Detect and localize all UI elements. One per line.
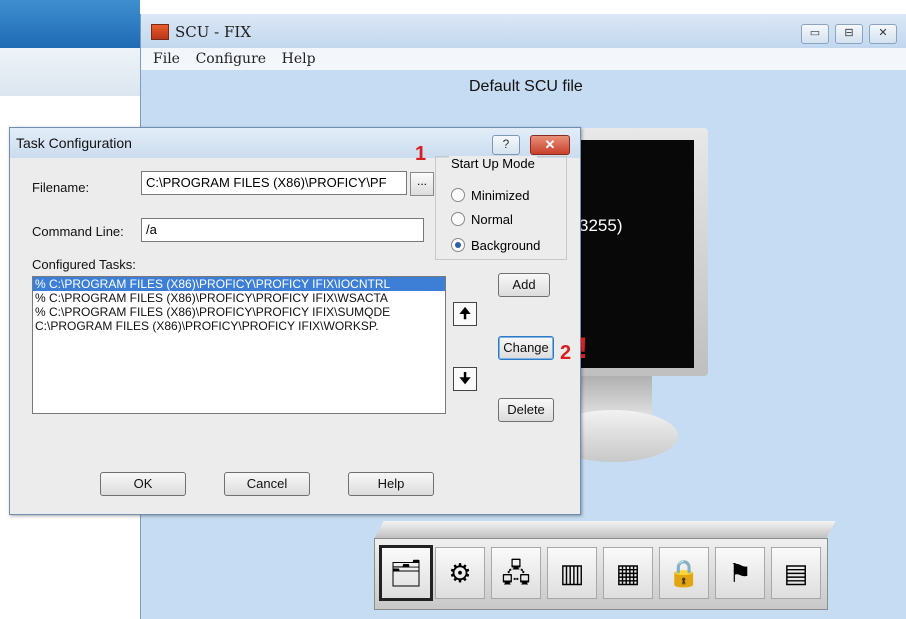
minimize-button[interactable]: ▭ xyxy=(801,24,829,44)
configured-tasks-list[interactable]: % C:\PROGRAM FILES (X86)\PROFICY\PROFICY… xyxy=(32,276,446,414)
scu-window-title: SCU - FIX xyxy=(175,23,252,41)
dialog-titlebar: Task Configuration ? ✕ xyxy=(10,128,580,158)
move-down-button[interactable]: 🠋 xyxy=(453,367,477,391)
maximize-button[interactable]: ⊟ xyxy=(835,24,863,44)
auto-startup-icon[interactable]: ⚑ xyxy=(715,547,765,599)
startup-mode-title: Start Up Mode xyxy=(449,156,537,171)
filename-field[interactable]: C:\PROGRAM FILES (X86)\PROFICY\PF xyxy=(141,171,407,195)
dialog-help-button[interactable]: ? xyxy=(492,135,520,155)
scu-file-label: Default SCU file xyxy=(469,78,583,95)
close-button[interactable]: ✕ xyxy=(869,24,897,44)
scu-app-icon xyxy=(151,24,169,40)
host-window-titlebar xyxy=(0,0,140,48)
ok-button[interactable]: OK xyxy=(100,472,186,496)
tasks-icon[interactable]: 🗂 xyxy=(379,545,433,601)
dialog-title: Task Configuration xyxy=(16,135,132,151)
network-icon[interactable]: 🖧 xyxy=(491,547,541,599)
annotation-step-1: 1 xyxy=(415,143,427,165)
annotation-step-2: 2 xyxy=(560,342,572,364)
host-window-band xyxy=(0,48,140,97)
task-configuration-dialog: Task Configuration ? ✕ Filename: C:\PROG… xyxy=(9,127,581,515)
radio-minimized-label: Minimized xyxy=(471,188,530,203)
list-item[interactable]: % C:\PROGRAM FILES (X86)\PROFICY\PROFICY… xyxy=(33,305,445,319)
menu-configure[interactable]: Configure xyxy=(196,51,266,67)
move-up-button[interactable]: 🠉 xyxy=(453,302,477,326)
add-button[interactable]: Add xyxy=(498,273,550,297)
browse-button[interactable]: ... xyxy=(410,172,434,196)
sql-icon[interactable]: ▥ xyxy=(547,547,597,599)
filename-label: Filename: xyxy=(32,180,90,195)
menu-file[interactable]: File xyxy=(153,51,180,67)
dialog-close-button[interactable]: ✕ xyxy=(530,135,570,155)
delete-button[interactable]: Delete xyxy=(498,398,554,422)
monitor-text: 3255) xyxy=(579,216,623,235)
help-button[interactable]: Help xyxy=(348,472,434,496)
radio-indicator xyxy=(451,212,465,226)
scu-menu-bar: File Configure Help xyxy=(141,48,906,70)
scu-titlebar: SCU - FIX ▭ ⊟ ✕ xyxy=(141,14,906,48)
command-line-label: Command Line: xyxy=(32,224,124,239)
list-item[interactable]: C:\PROGRAM FILES (X86)\PROFICY\PROFICY I… xyxy=(33,319,445,333)
menu-help[interactable]: Help xyxy=(282,51,316,67)
radio-background[interactable]: Background xyxy=(451,238,540,253)
list-item[interactable]: % C:\PROGRAM FILES (X86)\PROFICY\PROFICY… xyxy=(33,291,445,305)
command-line-field[interactable]: /a xyxy=(141,218,424,242)
radio-normal-label: Normal xyxy=(471,212,513,227)
scada-icon[interactable]: ▦ xyxy=(603,547,653,599)
radio-background-label: Background xyxy=(471,238,541,253)
annotation-exclamation: ! xyxy=(578,332,588,365)
cancel-button[interactable]: Cancel xyxy=(224,472,310,496)
radio-normal[interactable]: Normal xyxy=(451,212,513,227)
scu-toolbar: 🗂 ⚙ 🖧 ▥ ▦ 🔒 ⚑ ▤ xyxy=(374,538,828,610)
radio-indicator xyxy=(451,188,465,202)
list-item[interactable]: % C:\PROGRAM FILES (X86)\PROFICY\PROFICY… xyxy=(33,277,445,291)
alarms-icon[interactable]: ⚙ xyxy=(435,547,485,599)
toolbar-top-bevel xyxy=(374,521,836,539)
security-icon[interactable]: 🔒 xyxy=(659,547,709,599)
radio-minimized[interactable]: Minimized xyxy=(451,188,530,203)
change-button[interactable]: Change xyxy=(498,336,554,360)
radio-indicator-selected xyxy=(451,238,465,252)
paths-icon[interactable]: ▤ xyxy=(771,547,821,599)
configured-tasks-label: Configured Tasks: xyxy=(32,257,136,272)
